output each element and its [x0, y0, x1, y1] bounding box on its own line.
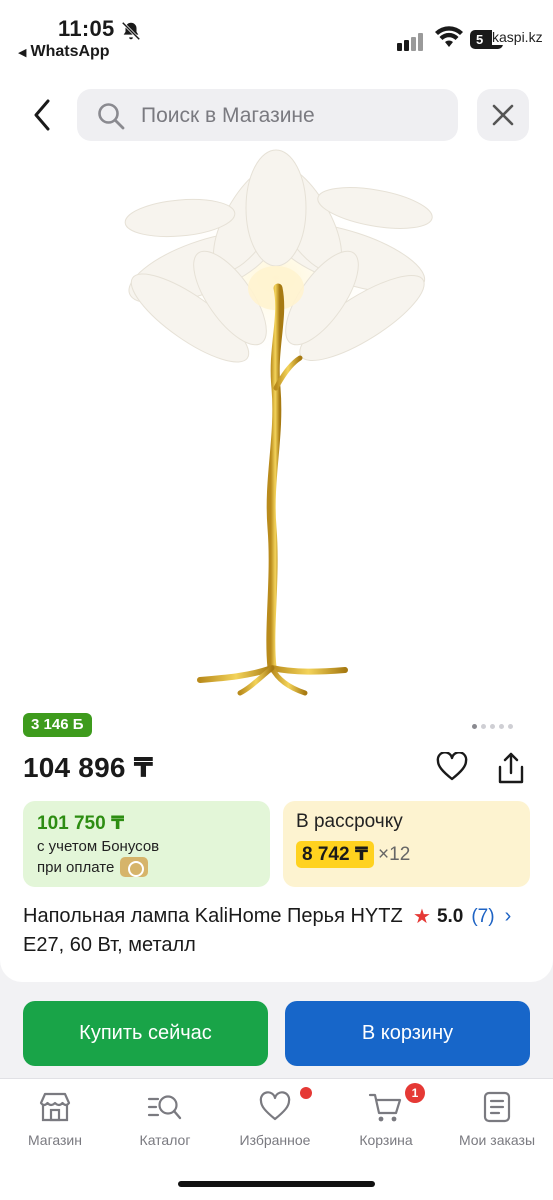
bonus-price-block[interactable]: 101 750 ₸ с учетом Бонусов при оплате — [23, 801, 270, 887]
bonus-note-line2-row: при оплате — [37, 857, 256, 877]
back-to-app-link[interactable]: ◀ WhatsApp — [18, 43, 110, 61]
tab-favorites[interactable]: Избранное — [220, 1087, 330, 1148]
close-button[interactable] — [477, 89, 529, 141]
search-placeholder: Поиск в Магазине — [141, 104, 315, 127]
back-triangle-icon: ◀ — [18, 47, 27, 59]
bonus-note-line1: с учетом Бонусов — [37, 838, 160, 855]
favorite-heart-icon[interactable] — [436, 752, 468, 782]
search-icon — [98, 103, 125, 130]
home-indicator[interactable] — [178, 1181, 375, 1187]
share-icon[interactable] — [496, 751, 526, 785]
tab-label: Каталог — [139, 1132, 191, 1148]
product-price: 104 896 ₸ — [23, 752, 154, 783]
bonus-price: 101 750 ₸ — [37, 813, 125, 834]
status-bar: 11:05 ◀ WhatsApp 5 kaspi.kz — [0, 0, 553, 70]
search-input[interactable]: Поиск в Магазине — [77, 89, 458, 141]
cellular-signal-icon — [397, 33, 423, 51]
heart-icon — [220, 1087, 330, 1125]
bell-off-icon — [121, 21, 141, 41]
pagination-dot[interactable] — [499, 724, 504, 729]
add-to-cart-button[interactable]: В корзину — [285, 1001, 530, 1066]
product-image[interactable] — [100, 148, 453, 700]
installment-row: 8 742 ₸ ×12 — [296, 841, 517, 868]
pagination-dot[interactable] — [508, 724, 513, 729]
favorites-badge-dot — [300, 1087, 312, 1099]
bonus-coin-icon — [120, 857, 149, 877]
pagination-dot[interactable] — [481, 724, 486, 729]
bonus-note-line2: при оплате — [37, 858, 115, 876]
review-count: (7) — [471, 905, 495, 927]
image-pagination — [472, 716, 517, 729]
cart-icon: 1 — [331, 1083, 441, 1125]
tab-orders[interactable]: Мои заказы — [442, 1089, 552, 1148]
tab-label: Магазин — [27, 1132, 82, 1148]
product-title: Напольная лампа KaliHome Перья HYTZ E27,… — [23, 905, 403, 956]
orders-icon — [442, 1089, 552, 1125]
cart-badge: 1 — [405, 1083, 425, 1103]
tab-cart[interactable]: 1 Корзина — [331, 1083, 441, 1148]
site-url-text: kaspi.kz — [492, 29, 543, 45]
installment-months: ×12 — [378, 843, 411, 865]
site-url: kaspi.kz — [492, 29, 543, 45]
status-time: 11:05 — [58, 16, 115, 41]
installment-price: 8 742 ₸ — [296, 841, 375, 868]
installment-block[interactable]: В рассрочку 8 742 ₸ ×12 — [283, 801, 530, 887]
pagination-dot[interactable] — [472, 724, 477, 729]
tab-catalog[interactable]: Каталог — [110, 1089, 220, 1148]
catalog-search-icon — [110, 1089, 220, 1125]
back-arrow-icon[interactable] — [26, 95, 58, 135]
buy-now-button[interactable]: Купить сейчас — [23, 1001, 268, 1066]
tab-store[interactable]: Магазин — [0, 1089, 110, 1148]
back-app-label: WhatsApp — [30, 43, 110, 60]
chevron-right-icon: › — [504, 905, 512, 927]
tab-label: Избранное — [239, 1132, 311, 1148]
rating-link[interactable]: ★ 5.0 (7) › — [413, 904, 511, 929]
rating-score: 5.0 — [436, 905, 464, 927]
wifi-icon — [435, 26, 463, 47]
pagination-dot[interactable] — [490, 724, 495, 729]
bonus-badge: 3 146 Б — [23, 713, 92, 737]
installment-title: В рассрочку — [296, 811, 403, 832]
tab-label: Мои заказы — [458, 1132, 536, 1148]
tab-label: Корзина — [359, 1132, 413, 1148]
store-icon — [0, 1089, 110, 1125]
close-icon — [492, 104, 514, 126]
star-icon: ★ — [413, 906, 431, 928]
